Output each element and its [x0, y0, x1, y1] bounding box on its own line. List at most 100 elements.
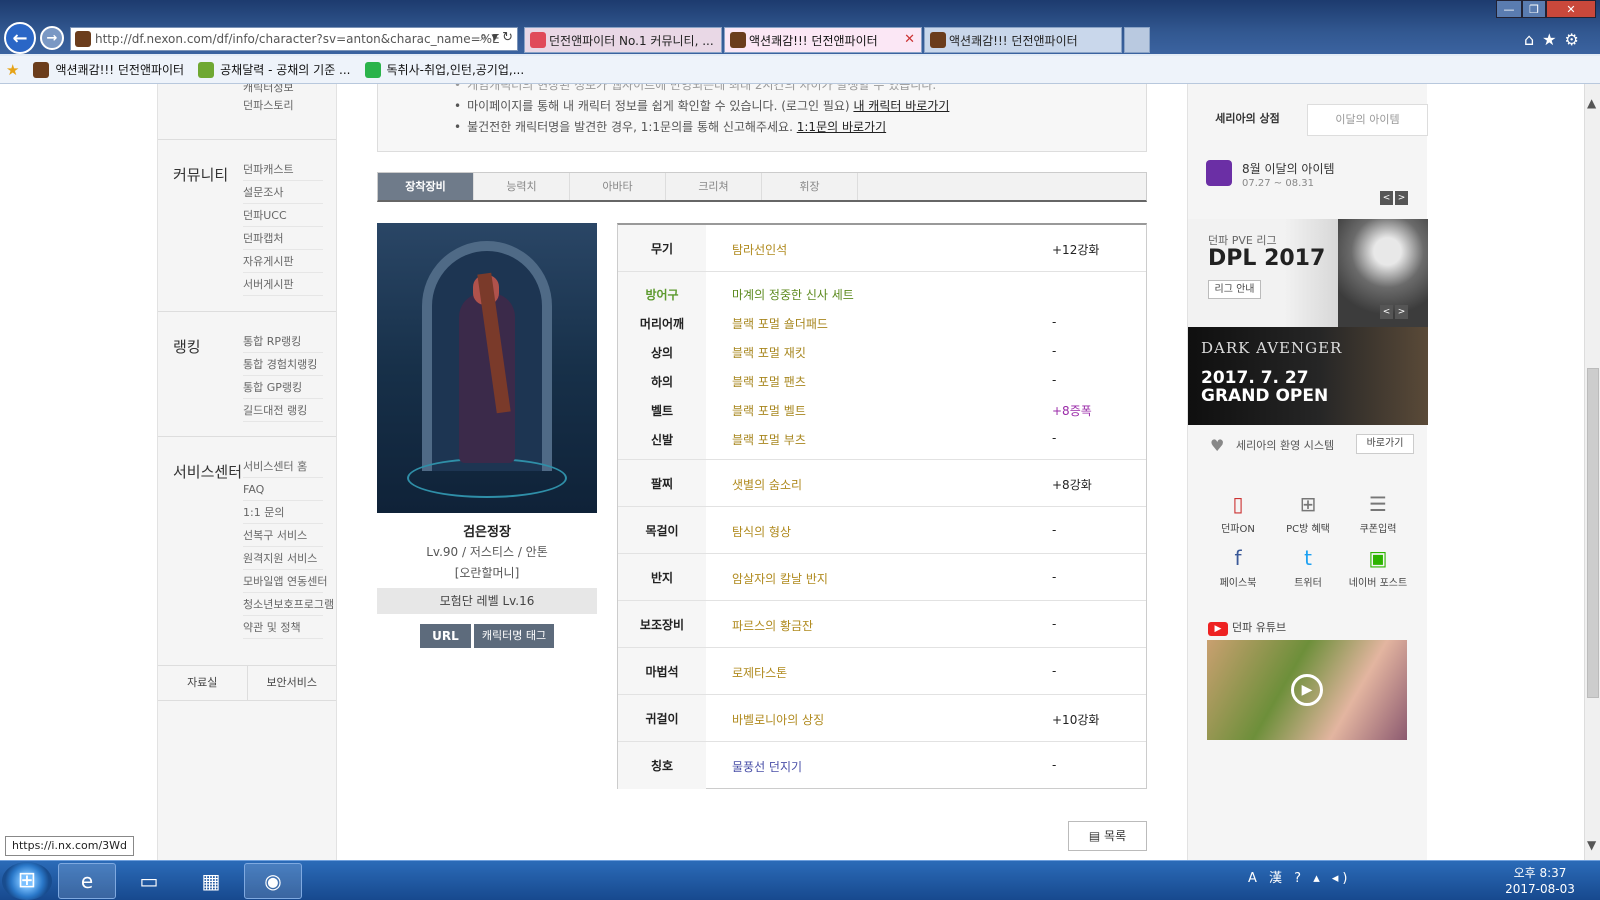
item-name[interactable]: 블랙 포멀 숄더패드	[732, 315, 828, 332]
taskbar-ie[interactable]: e	[58, 863, 116, 899]
youtube-video-thumbnail[interactable]: ▶	[1207, 640, 1407, 740]
maximize-button[interactable]: ❐	[1522, 0, 1546, 18]
quick-link-pcbang[interactable]: ⊞ PC방 혜택	[1273, 492, 1343, 535]
league-info-button[interactable]: 리그 안내	[1208, 280, 1261, 299]
volume-icon[interactable]: ◂)	[1332, 871, 1352, 886]
taskbar-calculator[interactable]: ▦	[182, 863, 240, 899]
address-bar[interactable]: http://df.nexon.com/df/info/character?sv…	[70, 27, 518, 51]
item-name[interactable]: 로제타스톤	[732, 664, 787, 681]
favorite-item[interactable]: 액션쾌감!!! 던전앤파이터	[33, 61, 184, 78]
character-tag-button[interactable]: 캐릭터명 태그	[474, 624, 554, 648]
forward-button[interactable]: →	[40, 26, 64, 50]
nav-item[interactable]: 서버게시판	[243, 273, 323, 296]
nav-item[interactable]: 통합 RP랭킹	[243, 330, 323, 353]
search-refresh-icon[interactable]: ⌕ ▾ ↻	[480, 30, 513, 45]
clock[interactable]: 오후 8:37 2017-08-03	[1500, 865, 1580, 897]
nav-item[interactable]: FAQ	[243, 478, 323, 501]
nav-item[interactable]: 길드대전 랭킹	[243, 399, 323, 422]
tab-avatar[interactable]: 아바타	[570, 173, 666, 200]
tab-monthly-item[interactable]: 이달의 아이템	[1307, 104, 1428, 136]
start-button[interactable]: ⊞	[2, 862, 52, 900]
dark-avenger-banner[interactable]: DARK AVENGER 2017. 7. 27 GRAND OPEN	[1188, 327, 1428, 425]
favorites-star-icon[interactable]: ★	[6, 61, 19, 79]
list-button[interactable]: ▤ 목록	[1068, 821, 1147, 851]
nav-item[interactable]: 던파캡처	[243, 227, 323, 250]
tab-creature[interactable]: 크리쳐	[666, 173, 762, 200]
item-name[interactable]: 탐라선인석	[732, 241, 787, 258]
inquiry-link[interactable]: 1:1문의 바로가기	[797, 120, 886, 134]
quick-link-naver-post[interactable]: ▣ 네이버 포스트	[1343, 546, 1413, 589]
system-tray[interactable]: A 漢 ? ▴ ◂)	[1248, 867, 1351, 886]
scroll-up-icon[interactable]: ▲	[1587, 96, 1596, 110]
item-name[interactable]: 파르스의 황금잔	[732, 617, 813, 634]
nav-item[interactable]: 모바일앱 연동센터	[243, 570, 327, 593]
favorite-item[interactable]: 공채달력 - 공채의 기준 ...	[198, 61, 351, 78]
security-service-link[interactable]: 보안서비스	[246, 666, 337, 700]
prev-icon[interactable]: <	[1380, 305, 1393, 319]
armor-set-name[interactable]: 마계의 정중한 신사 세트	[732, 286, 854, 303]
nav-item-story[interactable]: 던파스토리	[243, 96, 294, 116]
tab-active[interactable]: 액션쾌감!!! 던전앤파이터 ✕	[724, 27, 922, 53]
next-icon[interactable]: >	[1395, 191, 1408, 205]
item-name[interactable]: 샛별의 숨소리	[732, 476, 802, 493]
monthly-item-pager[interactable]: < >	[1380, 191, 1408, 205]
tab-equipment[interactable]: 장착장비	[378, 173, 474, 200]
next-icon[interactable]: >	[1395, 305, 1408, 319]
archive-link[interactable]: 자료실	[158, 666, 247, 700]
back-button[interactable]: ←	[4, 22, 36, 54]
new-tab-button[interactable]	[1124, 27, 1150, 53]
home-icon[interactable]: ⌂	[1524, 30, 1542, 49]
nav-item[interactable]: 자유게시판	[243, 250, 323, 273]
star-icon[interactable]: ★	[1542, 30, 1564, 49]
page-scrollbar[interactable]: ▲ ▼	[1584, 84, 1600, 860]
url-button[interactable]: URL	[420, 624, 471, 648]
nav-item[interactable]: 청소년보호프로그램	[243, 593, 334, 616]
nav-item[interactable]: 1:1 문의	[243, 501, 323, 524]
minimize-button[interactable]: —	[1496, 0, 1522, 18]
item-name[interactable]: 탐식의 형상	[732, 523, 791, 540]
tab-dcinside[interactable]: 던전앤파이터 No.1 커뮤니티, ...	[524, 27, 722, 53]
browser-tool-icons[interactable]: ⌂★⚙	[1524, 30, 1587, 49]
nav-item[interactable]: 통합 GP랭킹	[243, 376, 323, 399]
item-name[interactable]: 블랙 포멀 재킷	[732, 344, 806, 361]
prev-icon[interactable]: <	[1380, 191, 1393, 205]
close-tab-icon[interactable]: ✕	[904, 32, 915, 47]
welcome-go-button[interactable]: 바로가기	[1356, 434, 1414, 454]
item-name[interactable]: 바벨로니아의 상징	[732, 711, 824, 728]
nav-item[interactable]: 선복구 서비스	[243, 524, 323, 547]
taskbar-game[interactable]: ◉	[244, 863, 302, 899]
nav-item[interactable]: 설문조사	[243, 181, 323, 204]
dpl-banner[interactable]: 던파 PVE 리그 DPL 2017 리그 안내 < >	[1188, 219, 1428, 327]
gear-icon[interactable]: ⚙	[1565, 30, 1587, 49]
network-icon[interactable]: ▴	[1313, 871, 1324, 886]
tab-dnf[interactable]: 액션쾌감!!! 던전앤파이터	[924, 27, 1122, 53]
item-name[interactable]: 암살자의 칼날 반지	[732, 570, 828, 587]
item-name[interactable]: 블랙 포멀 팬츠	[732, 373, 806, 390]
my-character-link[interactable]: 내 캐릭터 바로가기	[853, 99, 949, 113]
nav-item[interactable]: 던파UCC	[243, 204, 323, 227]
item-name[interactable]: 물풍선 던지기	[732, 758, 802, 775]
scroll-thumb[interactable]	[1587, 368, 1599, 698]
tab-seria-shop[interactable]: 세리아의 상점	[1188, 104, 1307, 136]
quick-link-facebook[interactable]: f 페이스북	[1203, 546, 1273, 589]
nav-item[interactable]: 통합 경험치랭킹	[243, 353, 323, 376]
play-icon[interactable]: ▶	[1291, 674, 1323, 706]
close-window-button[interactable]: ✕	[1546, 0, 1596, 18]
item-name[interactable]: 블랙 포멀 벨트	[732, 402, 806, 419]
arrow-right-icon: →	[46, 30, 58, 46]
banner-pager[interactable]: < >	[1380, 305, 1408, 319]
nav-item[interactable]: 원격지원 서비스	[243, 547, 323, 570]
nav-item[interactable]: 던파캐스트	[243, 158, 323, 181]
nav-item[interactable]: 약관 및 정책	[243, 616, 323, 639]
tab-stats[interactable]: 능력치	[474, 173, 570, 200]
tab-emblem[interactable]: 휘장	[762, 173, 858, 200]
scroll-down-icon[interactable]: ▼	[1587, 838, 1596, 852]
favorite-item[interactable]: 독취사-취업,인턴,공기업,...	[364, 61, 524, 78]
nav-item[interactable]: 서비스센터 홈	[243, 455, 323, 478]
quick-link-coupon[interactable]: ☰ 쿠폰입력	[1343, 492, 1413, 535]
item-name[interactable]: 블랙 포멀 부츠	[732, 431, 806, 448]
taskbar-explorer[interactable]: ▭	[120, 863, 178, 899]
ime-icon[interactable]: A 漢 ?	[1248, 871, 1305, 886]
quick-link-twitter[interactable]: t 트위터	[1273, 546, 1343, 589]
quick-link-dnf-on[interactable]: ▯ 던파ON	[1203, 492, 1273, 535]
